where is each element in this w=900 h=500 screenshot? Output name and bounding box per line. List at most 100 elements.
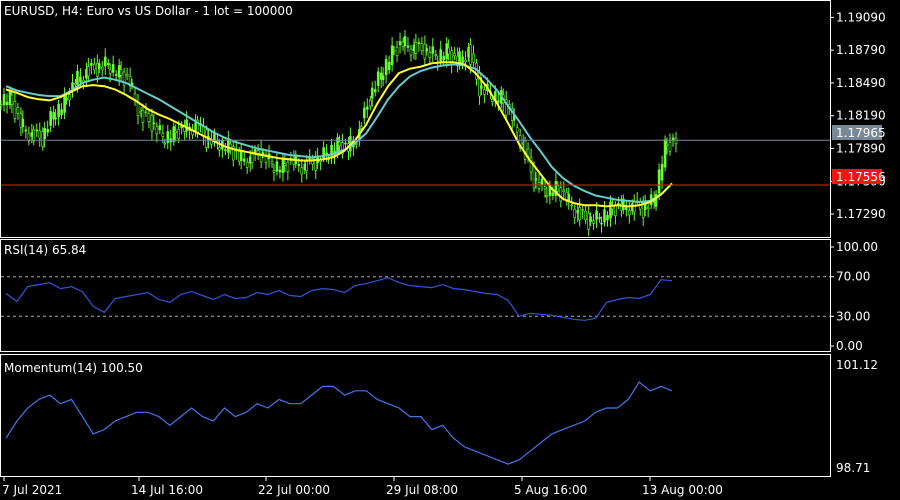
candle-body (425, 48, 429, 52)
candle-body (155, 126, 159, 135)
rsi-tick-label: 100.00 (836, 240, 878, 254)
candle-body (13, 100, 17, 119)
candle-body (49, 111, 52, 126)
candle-body (390, 45, 394, 66)
momentum-max-label: 101.12 (836, 358, 878, 372)
candle-body (409, 48, 413, 56)
candle-body (403, 36, 407, 47)
candle-body (97, 63, 101, 70)
candle-body (370, 87, 374, 99)
candle-body (512, 116, 516, 121)
candle-body (523, 140, 527, 160)
candle-body (464, 59, 467, 62)
candle-body (625, 206, 628, 211)
candle-body (16, 107, 20, 114)
candle-body (431, 46, 435, 54)
candle-body (606, 215, 609, 221)
candle-body (344, 142, 347, 145)
rsi-line (5, 277, 673, 321)
candle-body (338, 141, 341, 147)
candle-body (330, 144, 333, 158)
candle-body (447, 47, 450, 55)
candle-body (163, 142, 167, 145)
candle-body (600, 222, 603, 225)
candle-body (166, 131, 170, 143)
candle-body (253, 149, 257, 153)
candle-body (398, 41, 402, 46)
candle-body (68, 94, 71, 101)
candle-body (278, 169, 282, 173)
candle-body (359, 126, 363, 129)
candle-body (133, 93, 137, 100)
candle-body (406, 45, 410, 48)
candle-body (172, 126, 176, 142)
candle-body (270, 161, 274, 165)
candle-body (603, 209, 606, 223)
candle-body (111, 64, 115, 73)
candle-body (556, 185, 560, 192)
candle-body (483, 89, 486, 95)
candle-body (152, 122, 156, 125)
candle-body (395, 47, 399, 56)
candle-body (584, 211, 587, 221)
candle-body (368, 100, 372, 107)
candle-body (628, 209, 631, 216)
candle-body (297, 164, 301, 167)
candle-body (264, 156, 268, 164)
candle-body (71, 82, 74, 90)
candle-body (515, 127, 519, 133)
candle-body (2, 94, 6, 106)
candle-body (144, 111, 148, 114)
candle-body (384, 59, 388, 76)
candle-body (674, 138, 678, 144)
candle-body (218, 147, 221, 151)
price-tick-label: 1.18790 (836, 43, 886, 57)
candle-body (65, 97, 68, 101)
time-tick-label: 22 Jul 00:00 (258, 483, 330, 497)
candle-body (136, 102, 140, 117)
candle-body (250, 153, 254, 164)
candle-body (461, 56, 464, 64)
candle-body (261, 152, 265, 155)
price-tick-label: 1.18490 (836, 76, 886, 90)
candle-body (10, 94, 14, 105)
candle-body (161, 132, 165, 137)
candle-body (578, 207, 581, 221)
candle-body (472, 53, 475, 63)
candle-body (365, 106, 369, 110)
candle-body (376, 71, 380, 86)
chart-canvas[interactable]: 1.19090 1.18790 1.18490 1.18190 1.17890 1.175… (0, 0, 900, 500)
candle-body (24, 129, 28, 132)
candle-body (87, 66, 90, 77)
candle-body (245, 161, 249, 168)
candle-body (417, 42, 421, 44)
indicator-lines (1, 61, 830, 465)
candle-body (660, 164, 664, 181)
candle-body (76, 70, 79, 85)
candle-body (532, 165, 536, 189)
chart-title: EURUSD, H4: Euro vs US Dollar - 1 lot = … (4, 4, 293, 18)
candle-body (27, 132, 31, 142)
candle-body (242, 158, 246, 162)
candle-body (480, 85, 483, 89)
candle-body (93, 64, 96, 71)
candle-body (562, 189, 566, 192)
time-tick-label: 5 Aug 16:00 (514, 483, 587, 497)
candle-body (119, 69, 123, 76)
price-tick-label: 1.19090 (836, 10, 886, 24)
candle-body (286, 161, 290, 172)
rsi-panel[interactable] (0, 239, 831, 352)
candle-body (545, 195, 549, 197)
candle-body (32, 129, 36, 142)
candle-body (665, 143, 669, 146)
candle-body (281, 159, 285, 174)
candle-body (453, 53, 456, 56)
candle-body (147, 113, 151, 123)
candle-body (21, 118, 25, 127)
candle-body (646, 206, 650, 209)
candle-body (381, 75, 385, 80)
bid-price-tag: 1.17965 (836, 126, 886, 140)
momentum-title: Momentum(14) 100.50 (4, 361, 143, 375)
rsi-tick-label: 0.00 (836, 339, 863, 353)
candle-body (108, 69, 112, 74)
